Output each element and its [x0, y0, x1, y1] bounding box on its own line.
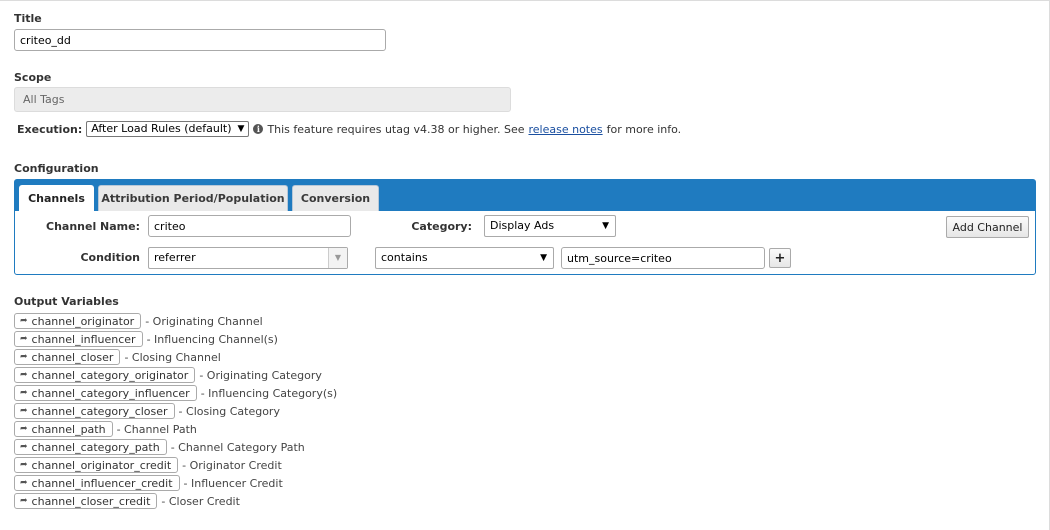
execution-label: Execution: [17, 122, 83, 136]
release-notes-link[interactable]: release notes [528, 123, 602, 136]
tab-bar: Channels Attribution Period/Population C… [15, 180, 1035, 211]
variable-chip[interactable]: ➦ channel_category_influencer [14, 385, 197, 401]
variable-name: channel_influencer [31, 332, 136, 346]
variable-name: channel_originator_credit [31, 458, 172, 472]
channel-name-input[interactable] [148, 215, 351, 237]
variable-desc: - Influencer Credit [183, 476, 283, 490]
tab-channels[interactable]: Channels [19, 185, 94, 211]
add-condition-button[interactable]: + [769, 248, 791, 268]
list-item: ➦ channel_category_influencer - Influenci… [14, 384, 337, 402]
variable-desc: - Influencing Channel(s) [146, 332, 278, 346]
variable-desc: - Channel Category Path [170, 440, 305, 454]
variable-desc: - Originator Credit [182, 458, 282, 472]
variable-chip[interactable]: ➦ channel_path [14, 421, 113, 437]
variable-desc: - Closing Channel [124, 350, 221, 364]
list-item: ➦ channel_originator - Originating Channe… [14, 312, 337, 330]
variable-name: channel_category_originator [31, 368, 189, 382]
category-select[interactable]: Display Ads ▼ [484, 215, 616, 237]
variable-desc: - Originating Channel [145, 314, 263, 328]
list-item: ➦ channel_category_originator - Originati… [14, 366, 337, 384]
variable-name: channel_category_path [31, 440, 160, 454]
category-value: Display Ads [490, 219, 555, 232]
scope-label: Scope [14, 71, 52, 84]
condition-operator-select[interactable]: contains ▼ [375, 247, 554, 269]
scope-field: All Tags [14, 87, 511, 112]
sign-out-icon: ➦ [20, 370, 28, 380]
variable-chip[interactable]: ➦ channel_influencer [14, 331, 143, 347]
list-item: ➦ channel_originator_credit - Originator … [14, 456, 337, 474]
caret-down-icon: ▼ [602, 221, 609, 231]
variable-chip[interactable]: ➦ channel_category_path [14, 439, 167, 455]
tab-attribution-period-population[interactable]: Attribution Period/Population [98, 185, 288, 211]
condition-source-select[interactable]: referrer ▼ [148, 247, 348, 269]
info-circle-icon: i [253, 124, 264, 134]
variable-chip[interactable]: ➦ channel_influencer_credit [14, 475, 180, 491]
condition-label: Condition [80, 251, 140, 264]
condition-source-value: referrer [154, 251, 196, 264]
variable-name: channel_category_influencer [31, 386, 190, 400]
variable-name: channel_category_closer [31, 404, 168, 418]
list-item: ➦ channel_category_path - Channel Categor… [14, 438, 337, 456]
variable-chip[interactable]: ➦ channel_category_closer [14, 403, 175, 419]
sign-out-icon: ➦ [20, 352, 28, 362]
condition-value-input[interactable] [561, 247, 765, 269]
channel-name-label: Channel Name: [46, 220, 140, 233]
variable-chip[interactable]: ➦ channel_closer_credit [14, 493, 158, 509]
list-item: ➦ channel_closer - Closing Channel [14, 348, 337, 366]
list-item: ➦ channel_influencer_credit - Influencer … [14, 474, 337, 492]
list-item: ➦ channel_closer_credit - Closer Credit [14, 492, 337, 510]
output-variables-label: Output Variables [14, 295, 119, 308]
variable-chip[interactable]: ➦ channel_originator_credit [14, 457, 179, 473]
sign-out-icon: ➦ [20, 478, 28, 488]
variable-desc: - Channel Path [116, 422, 197, 436]
title-label: Title [14, 12, 42, 25]
category-label: Category: [411, 220, 472, 233]
list-item: ➦ channel_influencer - Influencing Channe… [14, 330, 337, 348]
variable-chip[interactable]: ➦ channel_closer [14, 349, 121, 365]
execution-note-after: for more info. [606, 122, 682, 136]
list-item: ➦ channel_path - Channel Path [14, 420, 337, 438]
variable-name: channel_closer [31, 350, 114, 364]
variable-name: channel_influencer_credit [31, 476, 173, 490]
sign-out-icon: ➦ [20, 406, 28, 416]
execution-select[interactable]: After Load Rules (default) ▼ [86, 121, 250, 137]
tab-conversion[interactable]: Conversion [292, 185, 379, 211]
add-channel-button[interactable]: Add Channel [946, 216, 1029, 238]
variable-desc: - Closing Category [178, 404, 280, 418]
sign-out-icon: ➦ [20, 316, 28, 326]
sign-out-icon: ➦ [20, 334, 28, 344]
caret-down-icon: ▼ [237, 124, 245, 134]
condition-operator-value: contains [381, 251, 428, 264]
configuration-panel: Channels Attribution Period/Population C… [14, 179, 1036, 275]
sign-out-icon: ➦ [20, 442, 28, 452]
variable-chip[interactable]: ➦ channel_category_originator [14, 367, 196, 383]
caret-down-icon: ▼ [540, 253, 547, 263]
sign-out-icon: ➦ [20, 424, 28, 434]
variable-desc: - Originating Category [199, 368, 322, 382]
sign-out-icon: ➦ [20, 460, 28, 470]
list-item: ➦ channel_category_closer - Closing Categ… [14, 402, 337, 420]
caret-down-icon: ▼ [328, 248, 347, 268]
variable-chip[interactable]: ➦ channel_originator [14, 313, 142, 329]
sign-out-icon: ➦ [20, 388, 28, 398]
variable-desc: - Closer Credit [161, 494, 240, 508]
variable-desc: - Influencing Category(s) [200, 386, 338, 400]
variable-name: channel_closer_credit [31, 494, 151, 508]
execution-row: Execution: After Load Rules (default) ▼ … [17, 121, 681, 137]
variable-name: channel_originator [31, 314, 135, 328]
sign-out-icon: ➦ [20, 496, 28, 506]
execution-note: This feature requires utag v4.38 or high… [267, 122, 525, 136]
title-input[interactable] [14, 29, 386, 51]
configuration-label: Configuration [14, 162, 99, 175]
variable-name: channel_path [31, 422, 106, 436]
output-variables-list: ➦ channel_originator - Originating Channe… [14, 312, 337, 510]
execution-selected: After Load Rules (default) [91, 122, 232, 135]
